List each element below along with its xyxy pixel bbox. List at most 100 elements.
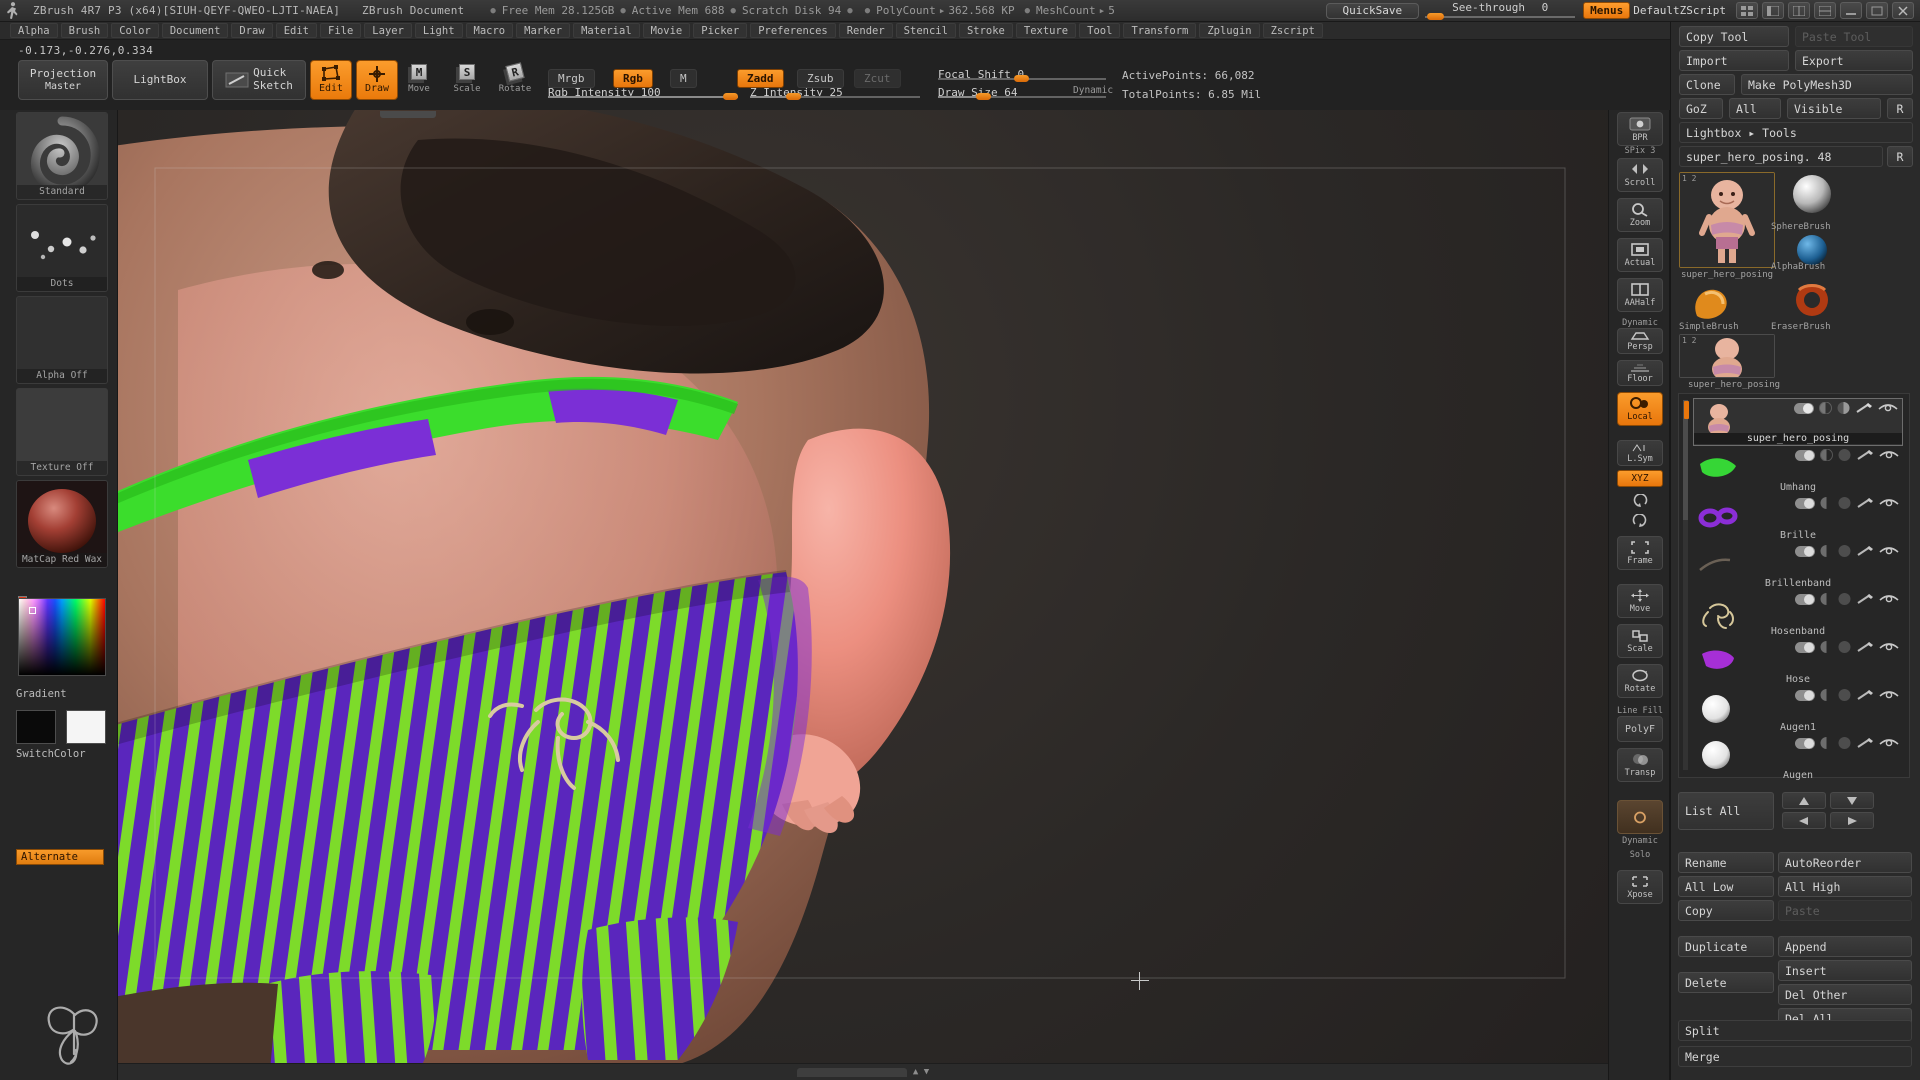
insert-button[interactable]: Insert [1778, 960, 1912, 981]
autoreorder-button[interactable]: AutoReorder [1778, 852, 1912, 873]
subtool-scrollbar[interactable] [1683, 400, 1688, 770]
lightbox-button[interactable]: LightBox [112, 60, 208, 100]
goz-button[interactable]: GoZ [1679, 98, 1723, 119]
rename-button[interactable]: Rename [1678, 852, 1774, 873]
menu-item-macro[interactable]: Macro [465, 23, 514, 38]
menu-item-stroke[interactable]: Stroke [958, 23, 1013, 38]
menu-item-zplugin[interactable]: Zplugin [1199, 23, 1260, 38]
rotate-gizmo-button[interactable]: Rotate [1617, 664, 1663, 698]
subtool-row-super-hero-posing[interactable]: super_hero_posing [1684, 398, 1903, 446]
window-maximize-icon[interactable] [1866, 2, 1888, 19]
duplicate-button[interactable]: Duplicate [1678, 936, 1774, 957]
polyf-button[interactable]: PolyF [1617, 716, 1663, 742]
tool-thumbnail-current[interactable] [1679, 172, 1775, 268]
move-subtool-right-button[interactable] [1830, 812, 1874, 829]
sphere-brush-thumb[interactable] [1779, 172, 1845, 218]
subtool-row-icons-6[interactable] [1795, 641, 1899, 653]
alpha-swatch[interactable]: Alpha Off [16, 296, 108, 384]
menu-item-document[interactable]: Document [161, 23, 229, 38]
subtool-list[interactable]: super_hero_posing Umhang Brille Brillenb… [1678, 393, 1910, 781]
frame-button[interactable]: Frame [1617, 536, 1663, 570]
copy-tool-button[interactable]: Copy Tool [1679, 26, 1789, 47]
move-gizmo-button[interactable]: Move [1617, 584, 1663, 618]
delete-button[interactable]: Delete [1678, 972, 1774, 993]
scale-mode-button[interactable]: S Scale [453, 64, 481, 94]
eraser-brush-thumb[interactable] [1779, 280, 1845, 324]
subtool-row-augen[interactable]: Augen [1693, 734, 1903, 782]
floor-button[interactable]: Floor [1617, 360, 1663, 386]
menu-item-light[interactable]: Light [414, 23, 463, 38]
window-split-icon[interactable] [1814, 2, 1836, 19]
visible-button[interactable]: Visible [1787, 98, 1881, 119]
menu-item-texture[interactable]: Texture [1015, 23, 1077, 38]
window-layout-icon[interactable] [1788, 2, 1810, 19]
solo-button[interactable] [1617, 800, 1663, 834]
lightbox-tools-button[interactable]: Lightbox ▸ Tools [1679, 122, 1913, 143]
move-subtool-down-button[interactable] [1830, 792, 1874, 809]
menu-item-zscript[interactable]: Zscript [1262, 23, 1323, 38]
paste-tool-button[interactable]: Paste Tool [1795, 26, 1913, 47]
copy-subtool-button[interactable]: Copy [1678, 900, 1774, 921]
paste-subtool-button[interactable]: Paste [1778, 900, 1912, 921]
brush-swatch[interactable]: Standard [16, 112, 108, 200]
menu-item-marker[interactable]: Marker [516, 23, 571, 38]
move-mode-button[interactable]: M Move [408, 64, 430, 94]
subtool-row-brillenband[interactable]: Brillenband [1693, 542, 1903, 590]
window-close-icon[interactable] [1892, 2, 1914, 19]
window-grid-icon[interactable] [1736, 2, 1758, 19]
current-tool-button[interactable]: super_hero_posing. 48 [1679, 146, 1883, 167]
canvas-top-handle[interactable] [380, 111, 436, 118]
color-picker-marker[interactable] [29, 607, 36, 614]
subtool-row-augen1[interactable]: Augen1 [1693, 686, 1903, 734]
scroll-button[interactable]: Scroll [1617, 158, 1663, 192]
switchcolor-label[interactable]: SwitchColor [16, 748, 86, 760]
simple-brush-thumb[interactable] [1679, 280, 1745, 324]
primary-color-swatch[interactable] [16, 710, 56, 744]
draw-size-knob[interactable] [976, 93, 991, 100]
focal-shift-slider[interactable]: Focal Shift 0 [938, 68, 1106, 82]
menu-item-layer[interactable]: Layer [364, 23, 412, 38]
draw-mode-button[interactable]: Draw [356, 60, 398, 100]
see-through-track[interactable] [1425, 15, 1576, 18]
menu-item-picker[interactable]: Picker [693, 23, 748, 38]
rotate-mode-button[interactable]: R Rotate [499, 62, 531, 94]
all-high-button[interactable]: All High [1778, 876, 1912, 897]
append-button[interactable]: Append [1778, 936, 1912, 957]
move-subtool-left-button[interactable] [1782, 812, 1826, 829]
zoom-button[interactable]: Zoom [1617, 198, 1663, 232]
menu-item-material[interactable]: Material [573, 23, 640, 38]
dynamic-badge[interactable]: Dynamic [1073, 85, 1113, 96]
window-panel-icon[interactable] [1762, 2, 1784, 19]
menu-item-transform[interactable]: Transform [1123, 23, 1197, 38]
del-other-button[interactable]: Del Other [1778, 984, 1912, 1005]
subtool-row-brille[interactable]: Brille [1693, 494, 1903, 542]
canvas-bottom-tab[interactable] [796, 1067, 907, 1077]
quicksave-button[interactable]: QuickSave [1325, 2, 1420, 19]
menu-item-movie[interactable]: Movie [642, 23, 691, 38]
export-button[interactable]: Export [1795, 50, 1913, 71]
projection-master-button[interactable]: Projection Master [18, 60, 108, 100]
texture-swatch[interactable]: Texture Off [16, 388, 108, 476]
canvas-bottom-bar[interactable]: ▲ ▼ [118, 1063, 1608, 1080]
menu-item-render[interactable]: Render [838, 23, 893, 38]
edit-mode-button[interactable]: Edit [310, 60, 352, 100]
transp-button[interactable]: Transp [1617, 748, 1663, 782]
menu-item-stencil[interactable]: Stencil [895, 23, 956, 38]
actual-button[interactable]: Actual [1617, 238, 1663, 272]
clone-button[interactable]: Clone [1679, 74, 1735, 95]
bpr-button[interactable]: BPR [1617, 112, 1663, 146]
window-minimize-icon[interactable] [1840, 2, 1862, 19]
menus-button[interactable]: Menus [1583, 2, 1631, 19]
subtool-row-icons-7[interactable] [1795, 689, 1899, 701]
secondary-color-swatch[interactable] [66, 710, 106, 744]
rgb-intensity-knob[interactable] [723, 93, 738, 100]
move-subtool-up-button[interactable] [1782, 792, 1826, 809]
subtool-row-hose[interactable]: Hose [1693, 638, 1903, 686]
subtool-row-icons-8[interactable] [1795, 737, 1899, 749]
rgb-intensity-slider[interactable]: Rgb Intensity 100 [548, 86, 738, 100]
menu-item-file[interactable]: File [320, 23, 362, 38]
all-low-button[interactable]: All Low [1678, 876, 1774, 897]
menu-item-alpha[interactable]: Alpha [10, 23, 58, 38]
z-intensity-knob[interactable] [786, 93, 801, 100]
list-all-button[interactable]: List All [1678, 792, 1774, 830]
